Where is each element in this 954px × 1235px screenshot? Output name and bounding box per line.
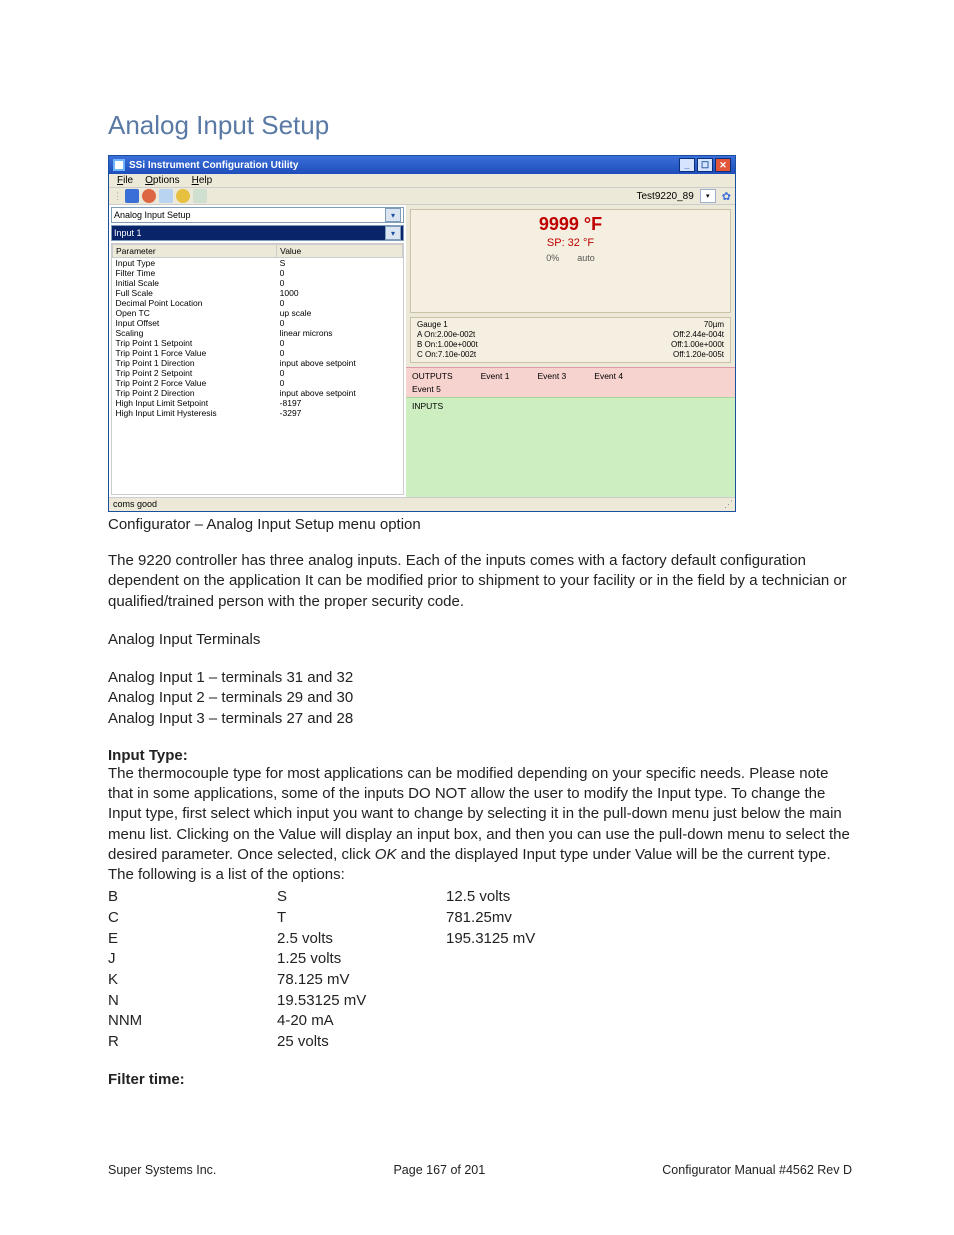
window-title: SSi Instrument Configuration Utility (129, 160, 298, 171)
app-icon (113, 159, 125, 171)
footer-right: Configurator Manual #4562 Rev D (662, 1163, 852, 1177)
menu-dropdown[interactable]: Analog Input Setup ▾ (111, 207, 404, 223)
sp-readout: SP: 32 °F (421, 237, 720, 249)
status-text: coms good (113, 499, 157, 510)
terminal-3: Analog Input 3 – terminals 27 and 28 (108, 709, 852, 729)
input-type-para: The thermocouple type for most applicati… (108, 764, 852, 886)
close-button[interactable]: ✕ (715, 158, 731, 172)
col-parameter: Parameter (113, 245, 277, 258)
pv-readout: 9999 °F (421, 214, 720, 235)
option-item: N (108, 991, 277, 1012)
table-row[interactable]: Input Offset0 (113, 318, 403, 328)
option-item: 19.53125 mV (277, 991, 446, 1012)
menu-dropdown-label: Analog Input Setup (114, 210, 191, 220)
table-row[interactable]: Trip Point 2 Directioninput above setpoi… (113, 388, 403, 398)
table-row[interactable]: Input TypeS (113, 258, 403, 269)
minimize-button[interactable]: _ (679, 158, 695, 172)
menu-options[interactable]: Options (145, 175, 179, 186)
page-title: Analog Input Setup (108, 110, 852, 141)
footer-left: Super Systems Inc. (108, 1163, 216, 1177)
option-item: T (277, 908, 446, 929)
device-name: Test9220_89 (637, 191, 694, 202)
option-item: NNM (108, 1011, 277, 1032)
title-bar[interactable]: SSi Instrument Configuration Utility _ ☐… (109, 156, 735, 174)
outputs-panel-2: Event 5 (406, 384, 735, 397)
table-row[interactable]: Initial Scale0 (113, 278, 403, 288)
option-item: 78.125 mV (277, 970, 446, 991)
tool-icon-3[interactable] (193, 189, 207, 203)
tool-icon-2[interactable] (176, 189, 190, 203)
connect-icon[interactable] (125, 189, 139, 203)
menu-file[interactable]: File (117, 175, 133, 186)
chevron-down-icon[interactable]: ▾ (385, 226, 401, 240)
table-row[interactable]: Trip Point 1 Force Value0 (113, 348, 403, 358)
toolbar: ⋮ Test9220_89 ▾ ✿ (109, 187, 735, 205)
parameter-grid[interactable]: ParameterValue Input TypeSFilter Time0In… (111, 243, 404, 495)
option-item: K (108, 970, 277, 991)
readout-panel: 9999 °F SP: 32 °F 0% auto (410, 209, 731, 313)
option-item: B (108, 887, 277, 908)
table-row[interactable]: Filter Time0 (113, 268, 403, 278)
option-item: 781.25mv (446, 908, 535, 929)
table-row[interactable]: Full Scale1000 (113, 288, 403, 298)
input-dropdown[interactable]: Input 1 ▾ (111, 225, 404, 241)
stop-icon[interactable] (142, 189, 156, 203)
maximize-button[interactable]: ☐ (697, 158, 713, 172)
option-item: J (108, 949, 277, 970)
page-footer: Super Systems Inc. Page 167 of 201 Confi… (108, 1163, 852, 1177)
table-row[interactable]: High Input Limit Setpoint-8197 (113, 398, 403, 408)
table-row[interactable]: High Input Limit Hysteresis-3297 (113, 408, 403, 418)
table-row[interactable]: Scalinglinear microns (113, 328, 403, 338)
terminals-head: Analog Input Terminals (108, 630, 852, 650)
options-table: BCEJKNNNMR ST2.5 volts1.25 volts78.125 m… (108, 887, 852, 1053)
option-item: 2.5 volts (277, 929, 446, 950)
inputs-panel: INPUTS (406, 397, 735, 497)
intro-paragraph: The 9220 controller has three analog inp… (108, 551, 852, 612)
terminal-2: Analog Input 2 – terminals 29 and 30 (108, 688, 852, 708)
device-dropdown[interactable]: ▾ (700, 189, 716, 203)
gauge-panel: Gauge 170µm A On:2.00e-002tOff:2.44e-004… (410, 317, 731, 363)
option-item: 1.25 volts (277, 949, 446, 970)
option-item: S (277, 887, 446, 908)
chevron-down-icon[interactable]: ▾ (385, 208, 401, 222)
menu-bar: File Options Help (109, 174, 735, 187)
option-item: E (108, 929, 277, 950)
tool-icon[interactable] (159, 189, 173, 203)
table-row[interactable]: Trip Point 1 Directioninput above setpoi… (113, 358, 403, 368)
outputs-panel: OUTPUTS Event 1 Event 3 Event 4 (406, 367, 735, 384)
app-window: SSi Instrument Configuration Utility _ ☐… (108, 155, 736, 512)
filter-time-head: Filter time: (108, 1071, 852, 1088)
table-row[interactable]: Trip Point 2 Setpoint0 (113, 368, 403, 378)
gear-icon[interactable]: ✿ (722, 190, 731, 203)
footer-center: Page 167 of 201 (393, 1163, 485, 1177)
input-dropdown-label: Input 1 (114, 228, 142, 238)
option-item: 25 volts (277, 1032, 446, 1053)
percent-readout: 0% (546, 253, 559, 263)
table-row[interactable]: Trip Point 1 Setpoint0 (113, 338, 403, 348)
option-item: C (108, 908, 277, 929)
resize-grip-icon[interactable]: ⋰ (724, 499, 731, 510)
input-type-head: Input Type: (108, 747, 852, 764)
option-item: 4-20 mA (277, 1011, 446, 1032)
table-row[interactable]: Open TCup scale (113, 308, 403, 318)
option-item: 195.3125 mV (446, 929, 535, 950)
status-bar: coms good ⋰ (109, 497, 735, 511)
terminal-1: Analog Input 1 – terminals 31 and 32 (108, 668, 852, 688)
figure-caption: Configurator – Analog Input Setup menu o… (108, 516, 852, 533)
menu-help[interactable]: Help (192, 175, 213, 186)
option-item: R (108, 1032, 277, 1053)
table-row[interactable]: Trip Point 2 Force Value0 (113, 378, 403, 388)
col-value: Value (277, 245, 403, 258)
table-row[interactable]: Decimal Point Location0 (113, 298, 403, 308)
mode-readout: auto (577, 253, 595, 263)
option-item: 12.5 volts (446, 887, 535, 908)
